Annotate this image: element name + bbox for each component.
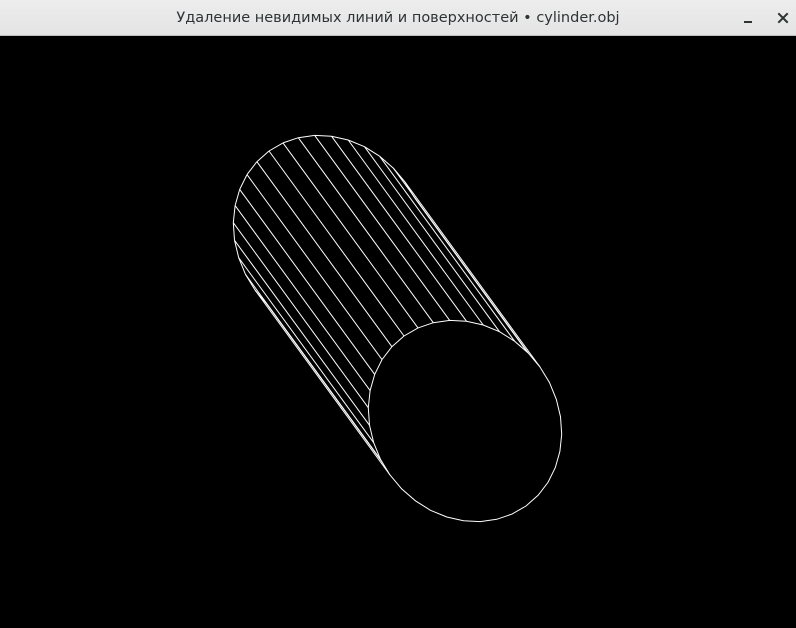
back-cap-edge	[254, 289, 268, 305]
titlebar[interactable]: Удаление невидимых линий и поверхностей …	[0, 0, 796, 36]
side-edge	[364, 146, 500, 332]
back-cap-edge	[256, 150, 270, 163]
side-edge	[246, 174, 383, 360]
minimize-button[interactable]	[733, 0, 763, 36]
back-cap-edge	[232, 222, 235, 241]
side-edge	[282, 142, 419, 329]
side-edge	[331, 135, 467, 322]
side-edge	[379, 155, 516, 342]
side-edge	[297, 137, 434, 323]
back-cap-edge	[245, 274, 256, 291]
back-cap-edge	[364, 146, 380, 157]
side-edge	[314, 135, 451, 321]
back-cap-edge	[392, 167, 406, 183]
back-cap-edge	[234, 189, 241, 206]
window-title: Удаление невидимых линий и поверхностей …	[176, 10, 620, 26]
back-cap-edge	[314, 134, 332, 137]
app-window: Удаление невидимых линий и поверхностей …	[0, 0, 796, 628]
side-edge	[347, 139, 484, 326]
side-edge	[234, 240, 370, 426]
side-edge	[234, 205, 371, 391]
side-edge	[239, 189, 376, 375]
back-cap-edge	[246, 161, 258, 175]
back-cap-edge	[232, 205, 236, 223]
front-cap-edge	[367, 319, 563, 523]
back-cap-edge	[298, 134, 315, 139]
render-viewport[interactable]	[0, 36, 796, 628]
back-cap-edge	[282, 137, 299, 144]
back-cap-edge	[239, 174, 248, 190]
side-edge	[268, 150, 405, 337]
minimize-icon	[744, 21, 752, 23]
close-button[interactable]	[768, 0, 796, 36]
back-cap-edge	[268, 142, 284, 152]
side-edge	[232, 222, 369, 408]
side-edge	[254, 289, 391, 476]
back-cap-edge	[404, 181, 415, 198]
side-edge	[238, 257, 375, 443]
wireframe-cylinder	[232, 134, 563, 523]
close-icon	[777, 12, 789, 24]
